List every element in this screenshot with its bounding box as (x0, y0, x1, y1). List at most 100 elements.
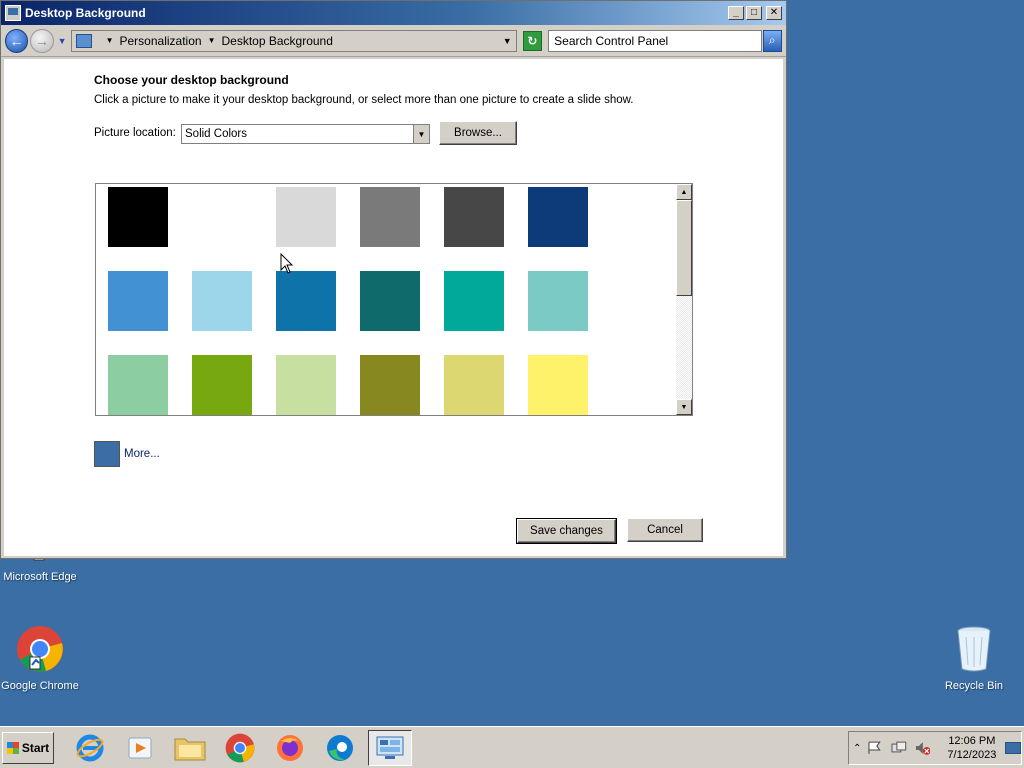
color-swatch[interactable] (108, 271, 168, 331)
desktop: { "window": { "title": "Desktop Backgrou… (0, 0, 1024, 768)
color-swatch[interactable] (108, 355, 168, 415)
desktop-background-window: Desktop Background _ □ ✕ ← → ▼ ▼ Persona… (0, 0, 787, 559)
color-swatch[interactable] (360, 355, 420, 415)
color-swatch[interactable] (108, 187, 168, 247)
breadcrumb-desktop-background[interactable]: Desktop Background (221, 34, 332, 48)
desktop-icon-label: Microsoft Edge (3, 571, 77, 583)
start-label: Start (21, 740, 50, 755)
color-swatch[interactable] (528, 271, 588, 331)
start-button[interactable]: Start (2, 731, 54, 764)
file-explorer-icon (174, 738, 206, 760)
color-swatch[interactable] (528, 187, 588, 247)
taskbar: Start ⌃ 12:06 PM 7/12/2023 (0, 726, 1024, 768)
volume-muted-icon[interactable] (915, 741, 931, 755)
clock[interactable]: 12:06 PM 7/12/2023 (942, 734, 1001, 762)
recent-pages-dropdown[interactable]: ▼ (58, 36, 67, 46)
save-changes-button[interactable]: Save changes (516, 518, 617, 544)
title-bar[interactable]: Desktop Background _ □ ✕ (1, 1, 786, 25)
taskbar-file-explorer[interactable] (168, 730, 212, 766)
scroll-down-button[interactable]: ▼ (676, 399, 692, 415)
color-swatch[interactable] (192, 271, 252, 331)
arrow-right-icon: → (34, 32, 49, 49)
taskbar-control-panel[interactable] (368, 729, 412, 766)
breadcrumb[interactable]: ▼ Personalization ▼ Desktop Background ▼ (70, 29, 517, 52)
picture-location-value: Solid Colors (185, 128, 247, 140)
desktop-icon-chrome[interactable]: Google Chrome (0, 625, 80, 692)
chevron-down-icon[interactable]: ▼ (208, 36, 216, 45)
scroll-up-button[interactable]: ▲ (676, 184, 692, 200)
desktop-icon-label: Google Chrome (1, 680, 79, 692)
refresh-button[interactable]: ↻ (522, 30, 543, 51)
maximize-button[interactable]: □ (746, 6, 762, 20)
show-hidden-icons-icon[interactable]: ⌃ (853, 743, 861, 754)
chrome-icon (225, 733, 255, 762)
maximize-icon: □ (750, 7, 758, 18)
content-pane: Choose your desktop background Click a p… (4, 59, 783, 556)
color-swatch[interactable] (360, 271, 420, 331)
taskbar-media-player[interactable] (118, 730, 162, 766)
search-icon: ⌕ (768, 33, 776, 47)
arrow-up-icon: ▲ (680, 188, 688, 196)
window-title: Desktop Background (25, 6, 146, 20)
taskbar-chrome[interactable] (218, 730, 262, 766)
browse-button[interactable]: Browse... (439, 121, 517, 145)
clock-time: 12:06 PM (948, 735, 996, 747)
control-panel-icon (75, 33, 92, 48)
more-colors-link[interactable]: More... (124, 448, 160, 460)
color-swatch[interactable] (444, 355, 504, 415)
color-swatch[interactable] (528, 355, 588, 415)
control-panel-icon (376, 736, 404, 759)
color-swatch[interactable] (444, 187, 504, 247)
color-swatch[interactable] (444, 271, 504, 331)
more-colors-swatch[interactable] (94, 441, 120, 467)
network-icon[interactable] (891, 741, 907, 755)
search-placeholder: Search Control Panel (554, 33, 669, 48)
cancel-button[interactable]: Cancel (627, 518, 703, 542)
arrow-left-icon: ← (9, 32, 24, 49)
color-swatch[interactable] (276, 187, 336, 247)
search-input[interactable]: Search Control Panel (548, 29, 762, 52)
color-gallery: ▲ ▼ (95, 183, 693, 416)
taskbar-edge[interactable] (318, 730, 362, 766)
firefox-icon (277, 734, 303, 761)
page-title: Choose your desktop background (94, 73, 289, 87)
arrow-down-icon: ▼ (680, 403, 688, 411)
gallery-scrollbar[interactable]: ▲ ▼ (676, 184, 692, 415)
action-center-flag-icon[interactable] (867, 741, 883, 755)
color-swatch[interactable] (192, 187, 252, 247)
picture-location-label: Picture location: (94, 127, 176, 139)
picture-location-select[interactable]: Solid Colors ▼ (181, 124, 430, 144)
media-player-icon (128, 737, 152, 758)
swatch-grid (108, 187, 668, 415)
search-button[interactable]: ⌕ (762, 29, 782, 52)
taskbar-internet-explorer[interactable] (68, 730, 112, 766)
close-button[interactable]: ✕ (766, 6, 782, 20)
recycle-bin-icon (957, 626, 991, 672)
chevron-down-icon[interactable]: ▼ (413, 125, 429, 143)
minimize-icon: _ (733, 7, 739, 18)
show-desktop-icon[interactable] (1005, 742, 1021, 754)
taskbar-firefox[interactable] (268, 730, 312, 766)
back-button[interactable]: ← (5, 28, 29, 53)
minimize-button[interactable]: _ (728, 6, 744, 20)
scroll-thumb[interactable] (676, 200, 692, 296)
page-description: Click a picture to make it your desktop … (94, 94, 634, 106)
mouse-cursor-icon (280, 253, 294, 274)
desktop-icon-label: Recycle Bin (944, 680, 1004, 692)
color-swatch[interactable] (360, 187, 420, 247)
edge-icon (327, 734, 353, 761)
window-icon (5, 5, 21, 21)
windows-logo-icon (6, 741, 19, 754)
forward-button[interactable]: → (30, 28, 54, 53)
color-swatch[interactable] (276, 271, 336, 331)
chevron-down-icon[interactable]: ▼ (106, 36, 114, 45)
refresh-icon: ↻ (527, 33, 538, 48)
system-tray: ⌃ 12:06 PM 7/12/2023 (848, 731, 1022, 765)
address-bar: ← → ▼ ▼ Personalization ▼ Desktop Backgr… (1, 25, 786, 57)
address-dropdown-icon[interactable]: ▼ (503, 36, 512, 46)
desktop-icon-recycle-bin[interactable]: Recycle Bin (934, 625, 1014, 692)
color-swatch[interactable] (276, 355, 336, 415)
color-swatch[interactable] (192, 355, 252, 415)
breadcrumb-personalization[interactable]: Personalization (120, 34, 202, 48)
internet-explorer-icon (76, 734, 104, 761)
